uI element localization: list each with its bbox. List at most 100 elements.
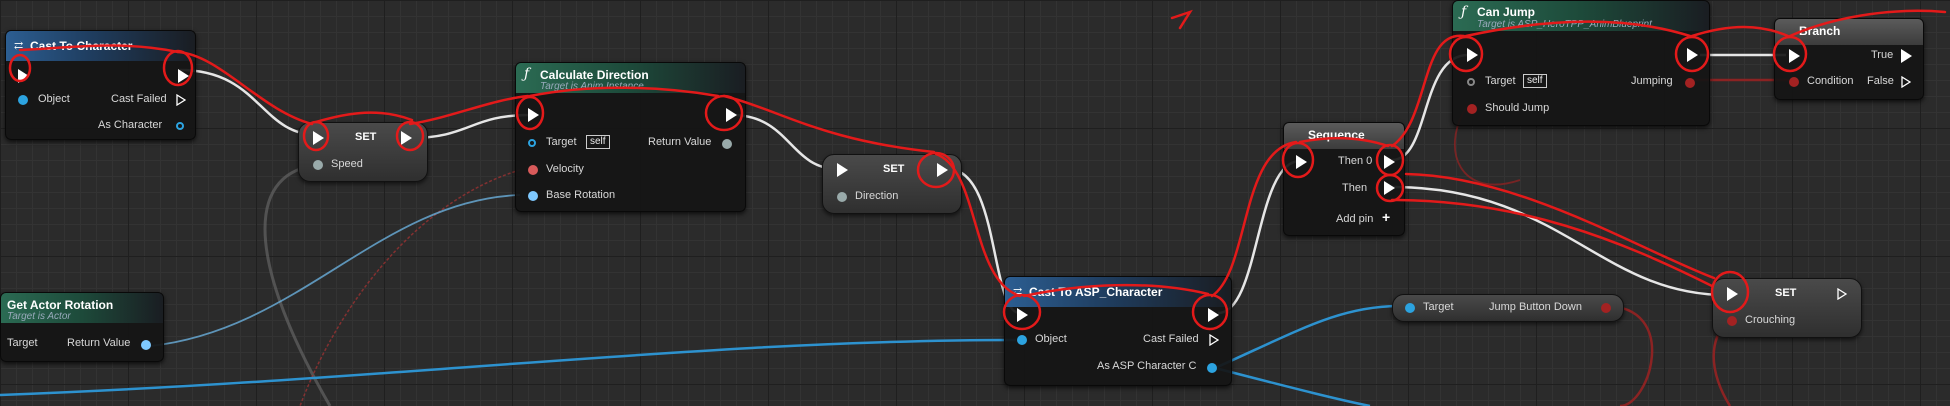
cast-failed-pin[interactable] xyxy=(1209,334,1219,346)
target-label: Target xyxy=(1423,301,1454,313)
asp-out-wire xyxy=(1214,304,1401,370)
node-sequence[interactable]: Sequence Then 0 Then Add pin + xyxy=(1283,122,1405,236)
direction-pin[interactable] xyxy=(837,192,847,202)
exec-out-pin[interactable] xyxy=(1687,48,1698,62)
exec-in-pin[interactable] xyxy=(1727,287,1738,301)
jumping-pin[interactable] xyxy=(1685,78,1695,88)
speed-label: Speed xyxy=(331,158,363,170)
exec-in-pin[interactable] xyxy=(1467,48,1478,62)
node-get-actor-rotation[interactable]: Get Actor Rotation Target is Actor Targe… xyxy=(0,292,164,362)
node-cast-to-character[interactable]: ⇄ Cast To Character Object Cast Failed A… xyxy=(5,30,196,140)
annotation-stroke xyxy=(176,50,314,126)
self-field[interactable]: self xyxy=(1523,74,1547,88)
rotation-wire xyxy=(149,194,521,347)
then-0-label: Then 0 xyxy=(1338,155,1373,167)
node-title: Cast To ASP_Character xyxy=(1029,285,1163,299)
object-label: Object xyxy=(38,93,70,105)
jump-button-down-pin[interactable] xyxy=(1601,303,1611,313)
exec-in-pin[interactable] xyxy=(313,131,324,145)
condition-label: Condition xyxy=(1807,75,1854,87)
target-pin[interactable] xyxy=(1405,303,1415,313)
as-asp-character-pin[interactable] xyxy=(1207,363,1217,373)
node-cast-to-asp-character[interactable]: ⇄ Cast To ASP_Character Object Cast Fail… xyxy=(1004,276,1232,386)
crouching-pin[interactable] xyxy=(1727,316,1737,326)
exec-out-pin[interactable] xyxy=(401,131,412,145)
exec-out-pin[interactable] xyxy=(1208,308,1219,322)
node-title: Sequence xyxy=(1308,128,1365,142)
node-set-speed[interactable]: SET Speed xyxy=(298,122,428,182)
object-pin[interactable] xyxy=(1017,335,1027,345)
node-title: Cast To Character xyxy=(30,39,133,53)
direction-label: Direction xyxy=(855,190,899,202)
exec-out-pin[interactable] xyxy=(726,108,737,122)
cast-failed-label: Cast Failed xyxy=(1143,333,1199,345)
as-character-pin[interactable] xyxy=(176,122,184,130)
should-jump-pin[interactable] xyxy=(1467,104,1477,114)
node-can-jump[interactable]: ƒ Can Jump Target is ASP_HeroTPP_AnimBlu… xyxy=(1452,0,1710,126)
node-branch[interactable]: Branch True Condition False xyxy=(1774,18,1924,100)
node-title: Can Jump xyxy=(1477,5,1536,19)
set-title: SET xyxy=(883,163,905,175)
base-rotation-label: Base Rotation xyxy=(546,189,616,201)
exec-in-pin[interactable] xyxy=(1789,49,1800,63)
speed-pin[interactable] xyxy=(313,160,323,170)
cast-failed-pin[interactable] xyxy=(176,94,186,106)
exec-out-pin[interactable] xyxy=(937,163,948,177)
annotation-stroke xyxy=(314,111,414,124)
return-value-label: Return Value xyxy=(67,337,131,349)
exec-out-pin[interactable] xyxy=(178,69,189,83)
exec-wire-2 xyxy=(409,113,531,140)
cast-icon: ⇄ xyxy=(1013,285,1023,298)
faint-red-wire xyxy=(299,169,521,406)
return-value-label: Return Value xyxy=(648,136,712,148)
node-subtitle: Target is Anim Instance xyxy=(540,81,644,92)
target-pin[interactable] xyxy=(1467,78,1475,86)
node-title: Calculate Direction xyxy=(540,68,649,82)
object-pin[interactable] xyxy=(18,95,28,105)
node-title: Get Actor Rotation xyxy=(7,298,114,312)
crouching-label: Crouching xyxy=(1745,314,1796,326)
condition-pin[interactable] xyxy=(1789,77,1799,87)
exec-wire-1 xyxy=(179,68,319,137)
true-label: True xyxy=(1871,49,1894,61)
target-label: Target xyxy=(546,136,577,148)
annotation-stroke xyxy=(1390,198,1714,288)
exec-out-pin[interactable] xyxy=(1837,288,1847,300)
velocity-pin[interactable] xyxy=(528,165,538,175)
target-pin[interactable] xyxy=(528,139,536,147)
true-pin[interactable] xyxy=(1901,49,1912,63)
then-0-pin[interactable] xyxy=(1384,155,1395,169)
exec-in-pin[interactable] xyxy=(18,69,29,83)
exec-in-pin[interactable] xyxy=(528,108,539,122)
add-pin-icon[interactable]: + xyxy=(1382,209,1390,225)
speed-data-wire xyxy=(263,163,332,406)
target-label: Target xyxy=(1485,75,1516,87)
exec-in-pin[interactable] xyxy=(837,163,848,177)
velocity-label: Velocity xyxy=(546,163,584,175)
cast-icon: ⇄ xyxy=(14,39,24,52)
should-jump-label: Should Jump xyxy=(1485,102,1550,114)
then-1-label: Then xyxy=(1342,182,1368,194)
return-value-pin[interactable] xyxy=(141,340,151,350)
target-label: Target xyxy=(7,337,38,349)
then-1-pin[interactable] xyxy=(1384,181,1395,195)
return-value-pin[interactable] xyxy=(722,139,732,149)
set-title: SET xyxy=(355,131,377,143)
false-pin[interactable] xyxy=(1901,76,1911,88)
exec-in-pin[interactable] xyxy=(1296,155,1307,169)
self-field[interactable]: self xyxy=(586,135,610,149)
function-icon: ƒ xyxy=(524,66,530,82)
annotation-stroke xyxy=(722,94,936,154)
add-pin-label[interactable]: Add pin xyxy=(1336,213,1373,225)
node-header xyxy=(1775,19,1923,45)
base-rotation-pin[interactable] xyxy=(528,191,538,201)
exec-wire-7 xyxy=(1391,185,1727,297)
node-jump-button-down[interactable]: Target Jump Button Down xyxy=(1392,294,1624,322)
exec-in-pin[interactable] xyxy=(1017,308,1028,322)
object-label: Object xyxy=(1035,333,1067,345)
node-set-direction[interactable]: SET Direction xyxy=(822,154,962,214)
node-calculate-direction[interactable]: ƒ Calculate Direction Target is Anim Ins… xyxy=(515,62,746,212)
node-set-crouching[interactable]: SET Crouching xyxy=(1712,278,1862,338)
node-subtitle: Target is ASP_HeroTPP_AnimBlueprint xyxy=(1477,19,1652,30)
set-title: SET xyxy=(1775,287,1797,299)
